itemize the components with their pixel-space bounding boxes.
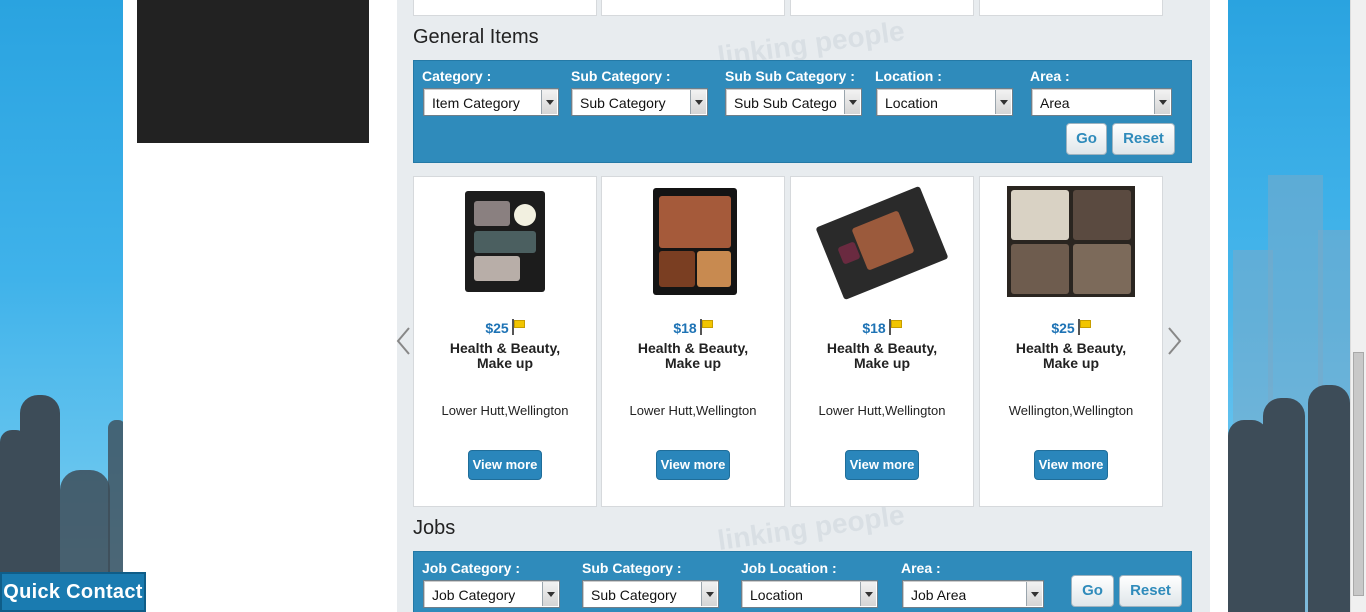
background-right xyxy=(1228,0,1350,612)
product-price: $25 xyxy=(414,319,596,336)
chevron-down-icon xyxy=(1154,90,1170,114)
job-sub-category-select-value: Sub Category xyxy=(591,587,677,603)
product-image[interactable] xyxy=(629,186,757,297)
product-category: Health & Beauty, Make up xyxy=(826,340,938,371)
carousel-next-icon[interactable] xyxy=(1164,324,1184,358)
product-image[interactable] xyxy=(815,185,949,301)
product-location: Lower Hutt,Wellington xyxy=(818,403,946,418)
scrollbar-thumb[interactable] xyxy=(1353,352,1364,596)
quick-contact-button[interactable]: Quick Contact xyxy=(0,572,146,612)
chevron-down-icon xyxy=(541,90,557,114)
flag-icon[interactable] xyxy=(888,319,902,335)
job-location-select[interactable]: Location xyxy=(741,580,878,608)
view-more-button[interactable]: View more xyxy=(468,450,542,480)
job-area-select-value: Job Area xyxy=(911,587,967,603)
general-reset-button[interactable]: Reset xyxy=(1112,123,1175,155)
job-category-select-value: Job Category xyxy=(432,587,516,603)
job-area-label: Area : xyxy=(901,560,941,576)
chevron-down-icon xyxy=(860,582,876,606)
sidebar-media-block xyxy=(137,0,369,143)
job-sub-category-select[interactable]: Sub Category xyxy=(582,580,719,608)
job-location-select-value: Location xyxy=(750,587,803,603)
product-location: Wellington,Wellington xyxy=(1008,403,1134,418)
chevron-down-icon xyxy=(995,90,1011,114)
job-category-label: Job Category : xyxy=(422,560,521,576)
view-more-button[interactable]: View more xyxy=(845,450,919,480)
chevron-down-icon xyxy=(1026,582,1042,606)
sub-sub-category-label: Sub Sub Category : xyxy=(725,68,855,84)
watermark: linking people xyxy=(715,499,907,556)
general-filter-bar: Category : Sub Category : Sub Sub Catego… xyxy=(413,60,1192,163)
chevron-down-icon xyxy=(542,582,558,606)
carousel-prev-icon[interactable] xyxy=(394,324,414,358)
product-card: $18 Health & Beauty, Make up Lower Hutt,W… xyxy=(790,176,974,507)
flag-icon[interactable] xyxy=(699,319,713,335)
product-card: $25 Health & Beauty, Make up Lower Hutt,W… xyxy=(413,176,597,507)
product-price: $25 xyxy=(980,319,1162,336)
flag-icon[interactable] xyxy=(511,319,525,335)
product-image[interactable] xyxy=(441,186,569,297)
job-category-select[interactable]: Job Category xyxy=(423,580,560,608)
chevron-down-icon xyxy=(690,90,706,114)
job-location-label: Job Location : xyxy=(741,560,837,576)
background-left xyxy=(0,0,123,612)
area-select[interactable]: Area xyxy=(1031,88,1172,116)
product-location: Lower Hutt,Wellington xyxy=(441,403,569,418)
area-select-value: Area xyxy=(1040,95,1070,111)
sub-category-select-value: Sub Category xyxy=(580,95,666,111)
page-scrollbar[interactable] xyxy=(1350,0,1366,612)
chevron-down-icon xyxy=(701,582,717,606)
category-select-value: Item Category xyxy=(432,95,520,111)
product-category: Health & Beauty, Make up xyxy=(449,340,561,371)
flag-icon[interactable] xyxy=(1077,319,1091,335)
view-more-button[interactable]: View more xyxy=(656,450,730,480)
product-price: $18 xyxy=(602,319,784,336)
category-label: Category : xyxy=(422,68,492,84)
product-price: $18 xyxy=(791,319,973,336)
jobs-filter-bar: Job Category : Sub Category : Job Locati… xyxy=(413,551,1192,612)
product-category: Health & Beauty, Make up xyxy=(1015,340,1127,371)
silhouette-figure xyxy=(1308,385,1350,612)
area-label: Area : xyxy=(1030,68,1070,84)
sub-sub-category-select-value: Sub Sub Catego xyxy=(734,95,837,111)
location-select[interactable]: Location xyxy=(876,88,1013,116)
general-go-button[interactable]: Go xyxy=(1066,123,1107,155)
silhouette-figure xyxy=(1263,398,1305,612)
category-select[interactable]: Item Category xyxy=(423,88,559,116)
job-area-select[interactable]: Job Area xyxy=(902,580,1044,608)
sub-category-label: Sub Category : xyxy=(571,68,671,84)
sub-category-select[interactable]: Sub Category xyxy=(571,88,708,116)
product-image[interactable] xyxy=(1007,186,1135,297)
jobs-go-button[interactable]: Go xyxy=(1071,575,1114,607)
section-title-general-items: General Items xyxy=(413,26,539,48)
product-category: Health & Beauty, Make up xyxy=(637,340,749,371)
jobs-reset-button[interactable]: Reset xyxy=(1119,575,1182,607)
sub-sub-category-select[interactable]: Sub Sub Catego xyxy=(725,88,862,116)
silhouette-figure xyxy=(1228,420,1268,612)
product-card: $25 Health & Beauty, Make up Wellington,W… xyxy=(979,176,1163,507)
product-location: Lower Hutt,Wellington xyxy=(629,403,757,418)
location-select-value: Location xyxy=(885,95,938,111)
view-more-button[interactable]: View more xyxy=(1034,450,1108,480)
product-card: $18 Health & Beauty, Make up Lower Hutt,W… xyxy=(601,176,785,507)
chevron-down-icon xyxy=(844,90,860,114)
location-label: Location : xyxy=(875,68,942,84)
job-sub-category-label: Sub Category : xyxy=(582,560,682,576)
section-title-jobs: Jobs xyxy=(413,517,456,539)
